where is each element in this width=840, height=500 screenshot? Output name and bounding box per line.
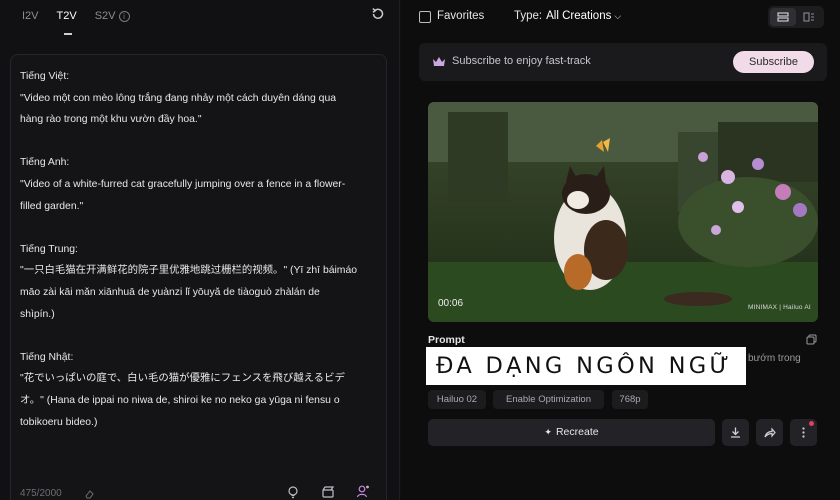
prompt-text[interactable]: Tiếng Việt: "Video một con mèo lông trắn… <box>20 66 380 433</box>
chevron-down-icon: ⌵ <box>614 11 622 21</box>
crown-icon <box>433 57 445 66</box>
prompt-line: Tiếng Anh: <box>20 157 70 169</box>
card-prompt-label: Prompt <box>428 334 465 346</box>
tag-optimization: Enable Optimization <box>493 390 604 409</box>
tag-model: Hailuo 02 <box>428 390 486 409</box>
tab-i2v[interactable]: I2V <box>22 8 39 24</box>
info-icon[interactable]: i <box>118 11 130 22</box>
prompt-line: Tiếng Trung: <box>20 243 78 255</box>
more-icon <box>802 427 805 438</box>
prompt-line: "花でいっぱいの庭で、白い毛の猫が優雅にフェンスを飛び越えるビデ <box>20 373 345 385</box>
list-view-icon <box>777 12 789 22</box>
type-filter-value: All Creations <box>546 10 612 22</box>
video-watermark: MINIMAX | Hailuo AI <box>748 304 811 311</box>
view-toggle <box>768 6 824 28</box>
reset-icon[interactable] <box>370 6 386 22</box>
prompt-line: "Video of a white-furred cat gracefully … <box>20 178 346 190</box>
prompt-line: tobikoeru bideo.) <box>20 416 98 428</box>
share-icon <box>764 427 776 438</box>
prompt-line: māo zài kāi mǎn xiānhuā de yuànzi lǐ yōu… <box>20 286 320 298</box>
prompt-line: Tiếng Nhật: <box>20 351 74 363</box>
character-counter: 475/2000 <box>20 488 62 499</box>
grid-view-button[interactable] <box>796 8 822 26</box>
prompt-line: hàng rào trong một khu vườn đầy hoa." <box>20 114 202 126</box>
active-tab-indicator <box>64 33 72 35</box>
notification-dot <box>809 421 814 426</box>
overlay-caption: ĐA DẠNG NGÔN NGỮ <box>426 347 746 385</box>
sparkle-icon: ✦ <box>544 427 552 437</box>
prompt-line: "Video một con mèo lông trắng đang nhảy … <box>20 92 337 104</box>
type-filter-label: Type: <box>514 10 543 22</box>
card-prompt-text-end: bướm trong <box>748 353 801 364</box>
eraser-icon[interactable] <box>84 489 94 499</box>
share-button[interactable] <box>756 419 783 446</box>
character-icon[interactable] <box>356 484 370 498</box>
download-icon <box>731 427 740 438</box>
tab-s2v[interactable]: S2V i <box>95 8 130 24</box>
subscribe-button[interactable]: Subscribe <box>733 51 814 73</box>
tag-resolution: 768p <box>612 390 648 409</box>
list-view-button[interactable] <box>770 8 796 26</box>
favorites-checkbox[interactable] <box>419 11 431 23</box>
type-filter[interactable]: Type: All Creations ⌵ <box>514 10 621 22</box>
lightbulb-icon[interactable] <box>286 485 300 499</box>
prompt-line: filled garden." <box>20 200 84 212</box>
prompt-line: Tiếng Việt: <box>20 71 70 82</box>
grid-view-icon <box>803 12 814 22</box>
prompt-line: オ。" (Hana de ippai no niwa de, shiroi ke… <box>20 394 340 406</box>
clapper-icon[interactable] <box>321 485 335 499</box>
mode-tabs: I2V T2V S2V i <box>22 8 148 24</box>
video-preview[interactable] <box>428 102 818 322</box>
copy-icon[interactable] <box>806 334 817 345</box>
favorites-label[interactable]: Favorites <box>437 10 484 22</box>
recreate-label: Recreate <box>555 426 599 438</box>
download-button[interactable] <box>722 419 749 446</box>
video-duration: 00:06 <box>438 298 464 309</box>
prompt-line: shìpín.) <box>20 308 55 320</box>
prompt-line: "一只白毛猫在开满鲜花的院子里优雅地跳过栅栏的视频。" (Yī zhī báim… <box>20 265 358 277</box>
recreate-button[interactable]: ✦ Recreate <box>428 419 715 446</box>
tab-s2v-label: S2V <box>94 10 116 22</box>
subscribe-text: Subscribe to enjoy fast-track <box>452 55 591 67</box>
tab-t2v[interactable]: T2V <box>57 8 77 24</box>
